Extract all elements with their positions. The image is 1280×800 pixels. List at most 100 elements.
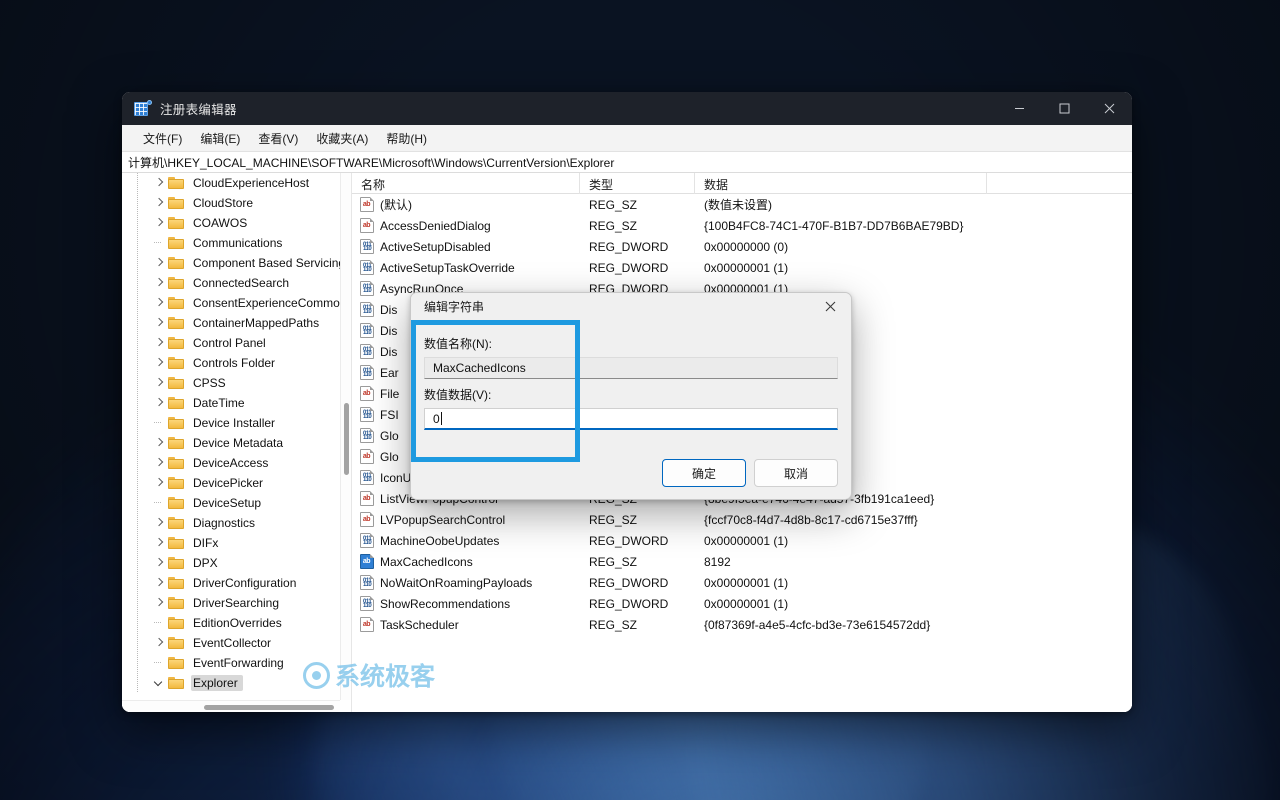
value-row[interactable]: ab MaxCachedIcons REG_SZ 8192	[352, 551, 1132, 572]
value-name-text: FSI	[380, 407, 399, 422]
value-row[interactable]: ab TaskScheduler REG_SZ {0f87369f-a4e5-4cfc…	[352, 614, 1132, 635]
ok-button[interactable]: 确定	[662, 459, 746, 487]
tree-item[interactable]: DriverConfiguration	[122, 573, 340, 593]
tree-item-label: Diagnostics	[193, 516, 256, 530]
value-row[interactable]: ab AccessDeniedDialog REG_SZ {100B4FC8-74C1…	[352, 215, 1132, 236]
menu-edit[interactable]: 编辑(E)	[193, 127, 247, 150]
tree-item[interactable]: EventCollector	[122, 633, 340, 653]
tree-item[interactable]: CloudExperienceHost	[122, 173, 340, 193]
value-row[interactable]: 011 110 ActiveSetupTaskOverride REG_DWORD 0x…	[352, 257, 1132, 278]
column-type[interactable]: 类型	[580, 173, 695, 194]
tree-item[interactable]: DeviceSetup	[122, 493, 340, 513]
tree-vertical-scrollbar[interactable]	[340, 173, 351, 700]
tree-item[interactable]: Diagnostics	[122, 513, 340, 533]
value-name-input[interactable]: MaxCachedIcons	[424, 357, 838, 379]
folder-icon	[168, 216, 186, 230]
tree-item[interactable]: DevicePicker	[122, 473, 340, 493]
maximize-button[interactable]	[1042, 92, 1087, 125]
tree-item[interactable]: ConnectedSearch	[122, 273, 340, 293]
tree-item[interactable]: EventForwarding	[122, 653, 340, 673]
chevron-right-icon[interactable]	[152, 633, 168, 653]
tree-guide-line	[136, 513, 152, 533]
tree-item[interactable]: Component Based Servicing	[122, 253, 340, 273]
tree-horizontal-scrollbar[interactable]	[122, 700, 340, 712]
menu-favorites[interactable]: 收藏夹(A)	[309, 127, 375, 150]
tree-item-label: DriverSearching	[193, 596, 280, 610]
value-row[interactable]: ab (默认) REG_SZ (数值未设置)	[352, 194, 1132, 215]
menu-view[interactable]: 查看(V)	[251, 127, 305, 150]
value-row[interactable]: 011 110 ShowRecommendations REG_DWORD 0x0000…	[352, 593, 1132, 614]
tree-item[interactable]: ConsentExperienceCommon	[122, 293, 340, 313]
chevron-right-icon[interactable]	[152, 253, 168, 273]
tree-item[interactable]: EditionOverrides	[122, 613, 340, 633]
value-row[interactable]: 011 110 ActiveSetupDisabled REG_DWORD 0x0000…	[352, 236, 1132, 257]
chevron-right-icon[interactable]	[152, 453, 168, 473]
tree-item[interactable]: Device Installer	[122, 413, 340, 433]
tree-leaf-marker	[152, 413, 168, 433]
tree-guide-line	[136, 253, 152, 273]
value-name-text: (默认)	[380, 198, 412, 212]
cancel-button[interactable]: 取消	[754, 459, 838, 487]
tree-item[interactable]: Controls Folder	[122, 353, 340, 373]
tree-item[interactable]: DateTime	[122, 393, 340, 413]
column-data[interactable]: 数据	[695, 173, 987, 194]
chevron-right-icon[interactable]	[152, 313, 168, 333]
value-name-text: Glo	[380, 449, 399, 464]
tree-guide-line	[136, 433, 152, 453]
chevron-right-icon[interactable]	[152, 353, 168, 373]
chevron-right-icon[interactable]	[152, 393, 168, 413]
value-row[interactable]: 011 110 MachineOobeUpdates REG_DWORD 0x00000…	[352, 530, 1132, 551]
folder-icon	[168, 676, 186, 690]
dialog-body: 数值名称(N): MaxCachedIcons 数值数据(V): 0	[411, 320, 851, 430]
address-bar[interactable]: 计算机\HKEY_LOCAL_MACHINE\SOFTWARE\Microsof…	[122, 151, 1132, 173]
tree-item[interactable]: COAWOS	[122, 213, 340, 233]
tree-item[interactable]: Control Panel	[122, 333, 340, 353]
chevron-down-icon[interactable]	[152, 673, 168, 693]
chevron-right-icon[interactable]	[152, 553, 168, 573]
tree-item[interactable]: Communications	[122, 233, 340, 253]
menu-bar: 文件(F) 编辑(E) 查看(V) 收藏夹(A) 帮助(H)	[122, 125, 1132, 151]
tree-item[interactable]: Explorer	[122, 673, 340, 693]
chevron-right-icon[interactable]	[152, 173, 168, 193]
folder-icon	[168, 196, 186, 210]
chevron-right-icon[interactable]	[152, 433, 168, 453]
menu-help[interactable]: 帮助(H)	[379, 127, 434, 150]
tree-item[interactable]: DeviceAccess	[122, 453, 340, 473]
chevron-right-icon[interactable]	[152, 533, 168, 553]
dword-value-icon: 011 110	[360, 596, 374, 611]
chevron-right-icon[interactable]	[152, 573, 168, 593]
tree-item[interactable]: ContainerMappedPaths	[122, 313, 340, 333]
minimize-button[interactable]	[997, 92, 1042, 125]
tree-item[interactable]: DriverSearching	[122, 593, 340, 613]
tree-item[interactable]: DIFx	[122, 533, 340, 553]
value-name-text: TaskScheduler	[380, 617, 459, 632]
menu-file[interactable]: 文件(F)	[136, 127, 189, 150]
tree-guide-line	[136, 593, 152, 613]
tree-item-label: CloudExperienceHost	[193, 176, 310, 190]
value-row[interactable]: 011 110 NoWaitOnRoamingPayloads REG_DWORD 0x…	[352, 572, 1132, 593]
chevron-right-icon[interactable]	[152, 473, 168, 493]
chevron-right-icon[interactable]	[152, 593, 168, 613]
tree-item[interactable]: Device Metadata	[122, 433, 340, 453]
tree-item[interactable]: CPSS	[122, 373, 340, 393]
value-row[interactable]: ab LVPopupSearchControl REG_SZ {fccf70c8-f4…	[352, 509, 1132, 530]
value-name-text: ShowRecommendations	[380, 596, 511, 611]
tree-guide-line	[136, 573, 152, 593]
chevron-right-icon[interactable]	[152, 293, 168, 313]
chevron-right-icon[interactable]	[152, 513, 168, 533]
chevron-right-icon[interactable]	[152, 273, 168, 293]
tree-vertical-scroll-thumb[interactable]	[344, 403, 349, 475]
dialog-close-button[interactable]	[809, 293, 851, 320]
value-data-input[interactable]: 0	[424, 408, 838, 430]
registry-tree[interactable]: CloudExperienceHost CloudStore COAWOS Commu…	[122, 173, 340, 700]
chevron-right-icon[interactable]	[152, 333, 168, 353]
tree-horizontal-scroll-thumb[interactable]	[204, 705, 334, 710]
chevron-right-icon[interactable]	[152, 213, 168, 233]
chevron-right-icon[interactable]	[152, 193, 168, 213]
tree-item-label: Control Panel	[193, 336, 266, 350]
tree-item[interactable]: CloudStore	[122, 193, 340, 213]
column-name[interactable]: 名称	[352, 173, 580, 194]
close-button[interactable]	[1087, 92, 1132, 125]
tree-item[interactable]: DPX	[122, 553, 340, 573]
chevron-right-icon[interactable]	[152, 373, 168, 393]
